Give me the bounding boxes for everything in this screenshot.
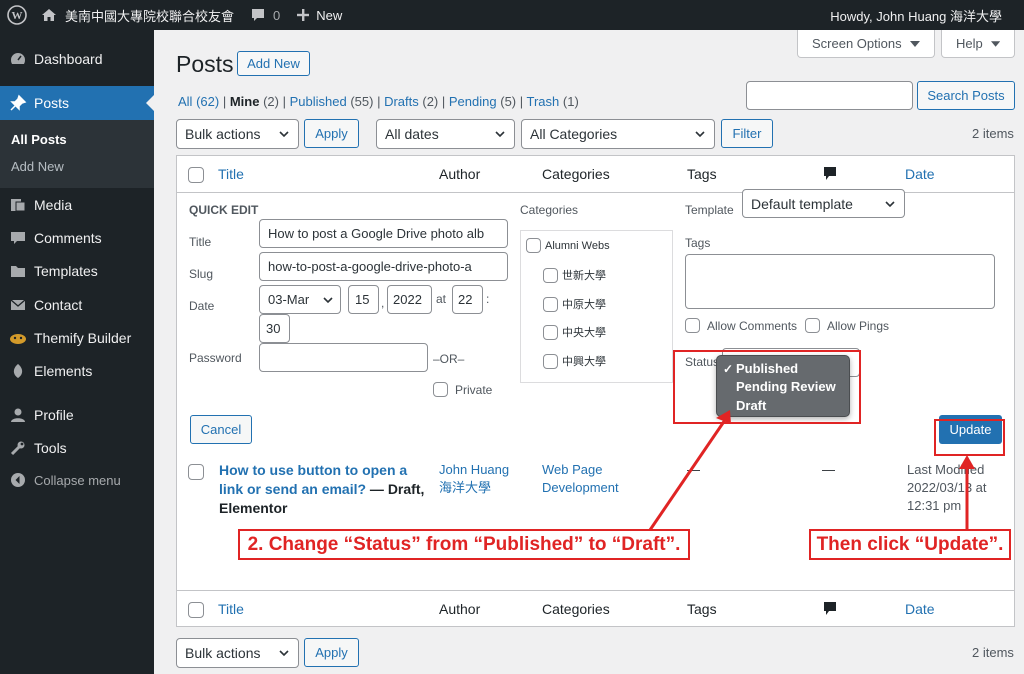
annotation-arrows [648,410,975,531]
step3-callout: Then click “Update”. [809,529,1011,560]
step2-callout: 2. Change “Status” from “Published” to “… [238,529,690,560]
